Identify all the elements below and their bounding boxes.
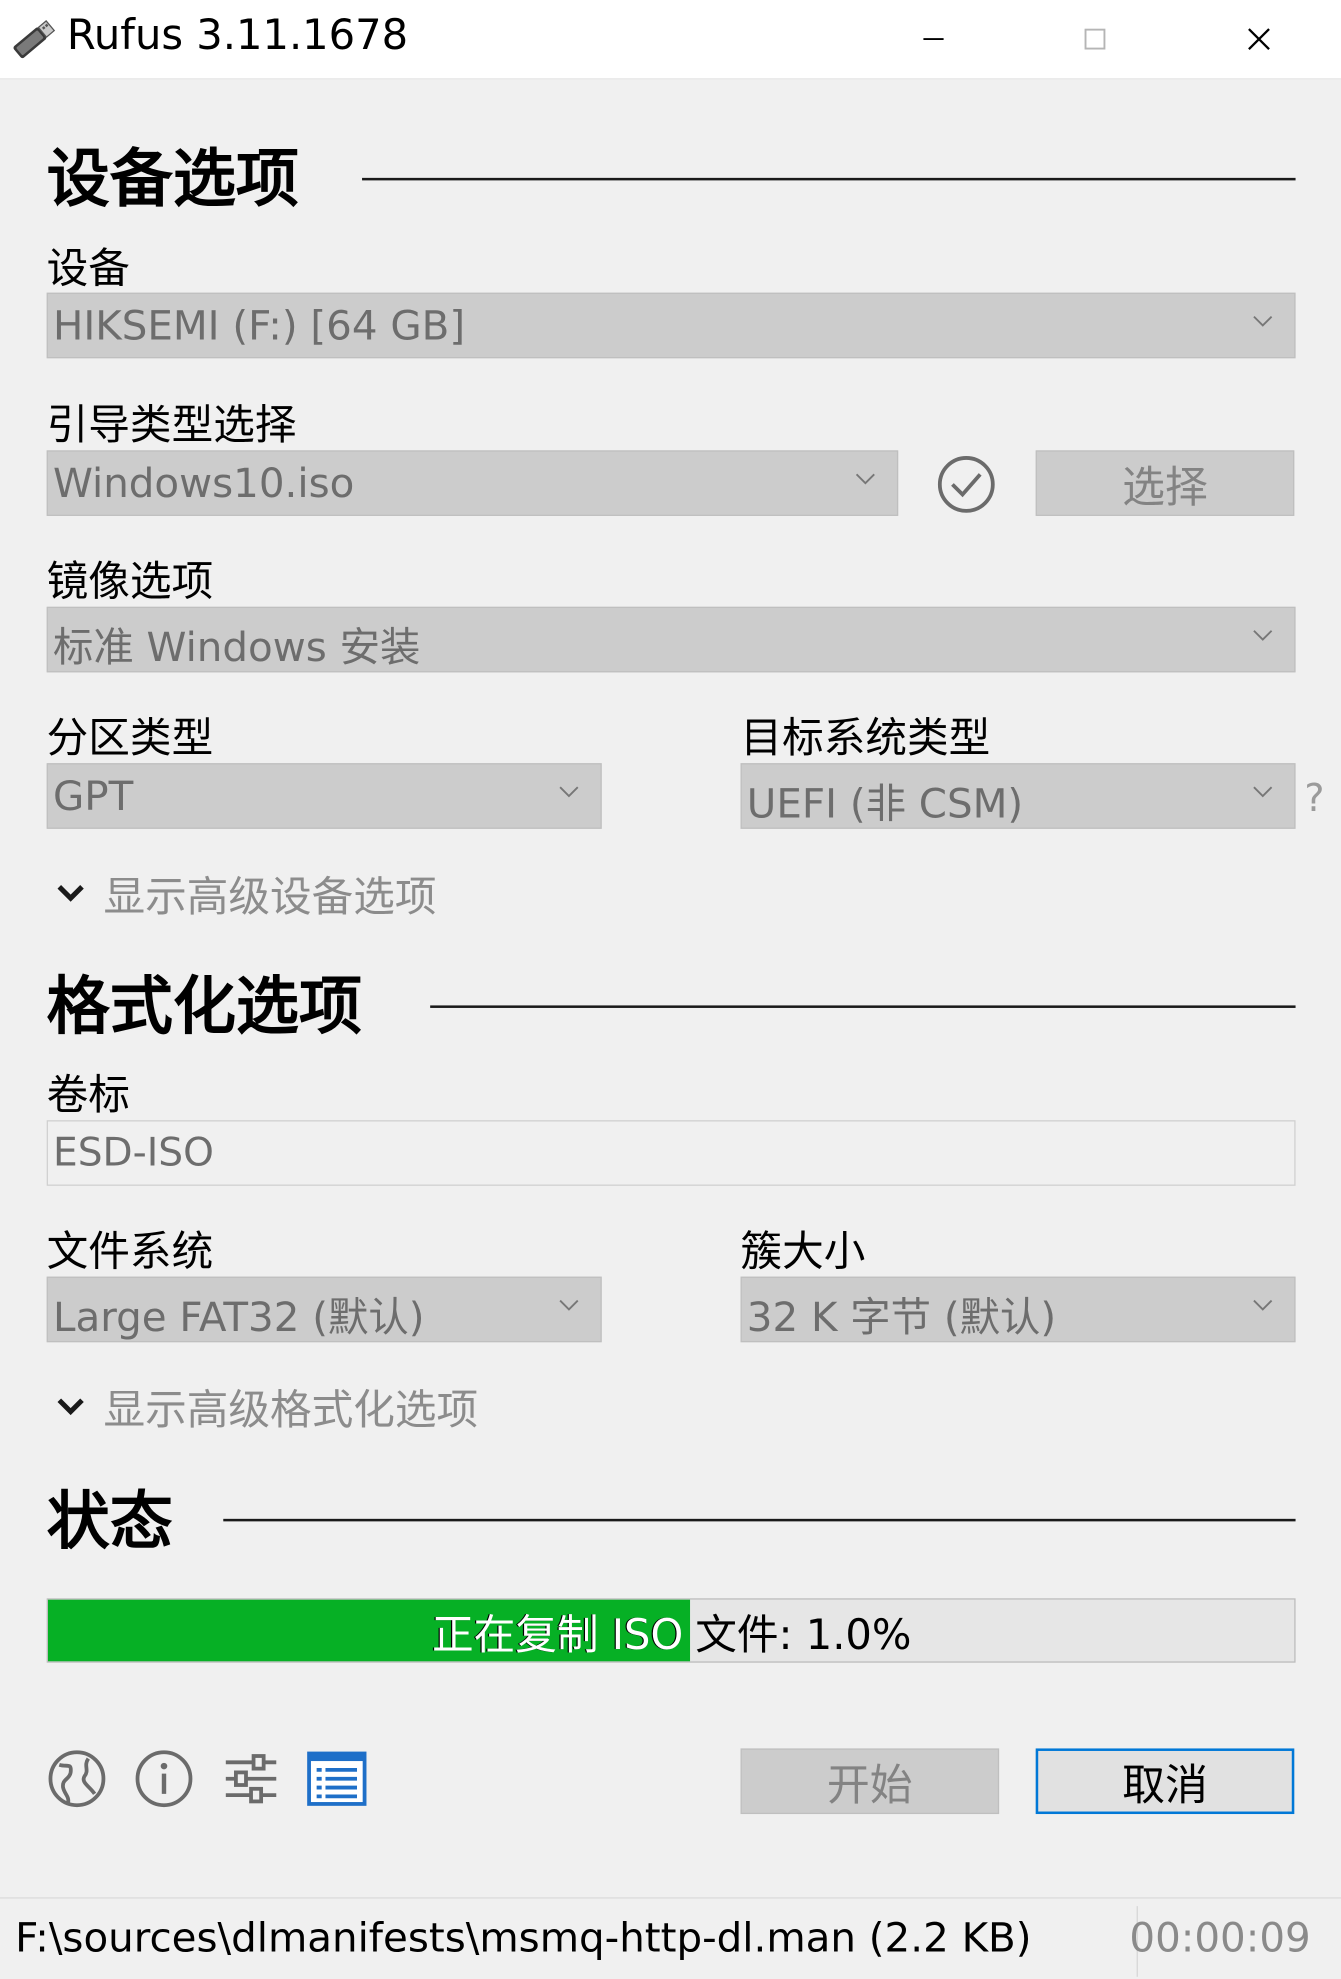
check-circle-icon[interactable] xyxy=(936,454,997,515)
cluster-size-select[interactable]: 32 K 字节 (默认) xyxy=(740,1276,1296,1343)
info-icon[interactable] xyxy=(134,1748,195,1809)
device-options-heading: 设备选项 xyxy=(46,142,299,216)
device-select-value: HIKSEMI (F:) [64 GB] xyxy=(52,301,466,350)
cluster-size-value: 32 K 字节 (默认) xyxy=(746,1293,1057,1341)
file-system-label: 文件系统 xyxy=(46,1226,214,1276)
chevron-down-icon xyxy=(559,786,579,798)
target-system-label: 目标系统类型 xyxy=(740,712,991,762)
volume-label-value: ESD-ISO xyxy=(52,1130,214,1176)
chevron-down-icon xyxy=(1253,786,1273,798)
image-option-value: 标准 Windows 安装 xyxy=(52,623,421,672)
device-options-rule xyxy=(362,177,1296,181)
file-system-select[interactable]: Large FAT32 (默认) xyxy=(46,1276,602,1343)
partition-scheme-select[interactable]: GPT xyxy=(46,763,602,829)
globe-icon[interactable] xyxy=(47,1748,108,1809)
progress-bar: 正在复制 ISO 文件: 1.0% 正在复制 ISO 文件: 1.0% xyxy=(46,1598,1296,1663)
chevron-down-icon xyxy=(1253,1299,1273,1311)
elapsed-time: 00:00:09 xyxy=(1129,1913,1311,1962)
close-icon xyxy=(1248,28,1270,51)
device-select[interactable]: HIKSEMI (F:) [64 GB] xyxy=(46,292,1296,359)
partition-scheme-label: 分区类型 xyxy=(46,712,214,762)
chevron-down-icon xyxy=(57,885,84,902)
target-system-help[interactable]: ? xyxy=(1304,777,1324,821)
status-rule xyxy=(223,1518,1296,1522)
volume-label-label: 卷标 xyxy=(46,1069,130,1119)
maximize-icon xyxy=(1084,28,1106,50)
settings-sliders-icon[interactable] xyxy=(221,1748,282,1809)
device-label: 设备 xyxy=(46,243,130,293)
target-system-value: UEFI (非 CSM) xyxy=(746,779,1024,828)
chevron-down-icon xyxy=(1253,315,1273,327)
show-advanced-device-options-label: 显示高级设备选项 xyxy=(103,871,437,921)
boot-selection-value: Windows10.iso xyxy=(52,459,355,508)
start-button[interactable]: 开始 xyxy=(740,1748,1000,1815)
boot-selection-label: 引导类型选择 xyxy=(46,399,297,450)
progress-text-clip: 正在复制 ISO 文件: 1.0% xyxy=(48,1600,690,1662)
rufus-window: Rufus 3.11.1678 设备选项 设备 HIKSEMI (F:) [64… xyxy=(0,0,1341,1979)
status-file-path: F:\sources\dlmanifests\msmq-http-dl.man … xyxy=(15,1913,1032,1962)
partition-scheme-value: GPT xyxy=(52,772,134,820)
show-advanced-device-options[interactable]: 显示高级设备选项 xyxy=(56,863,437,924)
target-system-select[interactable]: UEFI (非 CSM) xyxy=(740,763,1296,829)
image-option-label: 镜像选项 xyxy=(46,556,214,606)
format-options-rule xyxy=(430,1005,1296,1008)
minimize-icon xyxy=(923,38,944,41)
maximize-button[interactable] xyxy=(1038,0,1152,78)
close-button[interactable] xyxy=(1202,0,1316,78)
file-system-value: Large FAT32 (默认) xyxy=(52,1293,425,1341)
chevron-down-icon xyxy=(1253,630,1273,641)
show-advanced-format-options-label: 显示高级格式化选项 xyxy=(103,1385,479,1435)
progress-text-on-fill: 正在复制 ISO 文件: 1.0% xyxy=(432,1609,690,1659)
chevron-down-icon xyxy=(559,1299,579,1311)
boot-selection-select[interactable]: Windows10.iso xyxy=(46,450,899,516)
usb-drive-icon xyxy=(13,20,56,59)
select-image-button[interactable]: 选择 xyxy=(1035,450,1295,516)
cancel-button[interactable]: 取消 xyxy=(1035,1748,1295,1815)
chevron-down-icon xyxy=(855,473,875,485)
volume-label-input[interactable]: ESD-ISO xyxy=(46,1120,1296,1186)
title-bar: Rufus 3.11.1678 xyxy=(0,0,1341,80)
cluster-size-label: 簇大小 xyxy=(740,1226,866,1276)
format-options-heading: 格式化选项 xyxy=(46,970,363,1044)
status-heading: 状态 xyxy=(46,1484,173,1558)
image-option-select[interactable]: 标准 Windows 安装 xyxy=(46,606,1296,673)
log-icon[interactable] xyxy=(307,1748,368,1809)
minimize-button[interactable] xyxy=(877,0,991,78)
status-bar: F:\sources\dlmanifests\msmq-http-dl.man … xyxy=(0,1897,1341,1979)
window-title: Rufus 3.11.1678 xyxy=(66,10,409,60)
chevron-down-icon xyxy=(57,1398,84,1416)
show-advanced-format-options[interactable]: 显示高级格式化选项 xyxy=(56,1376,479,1437)
